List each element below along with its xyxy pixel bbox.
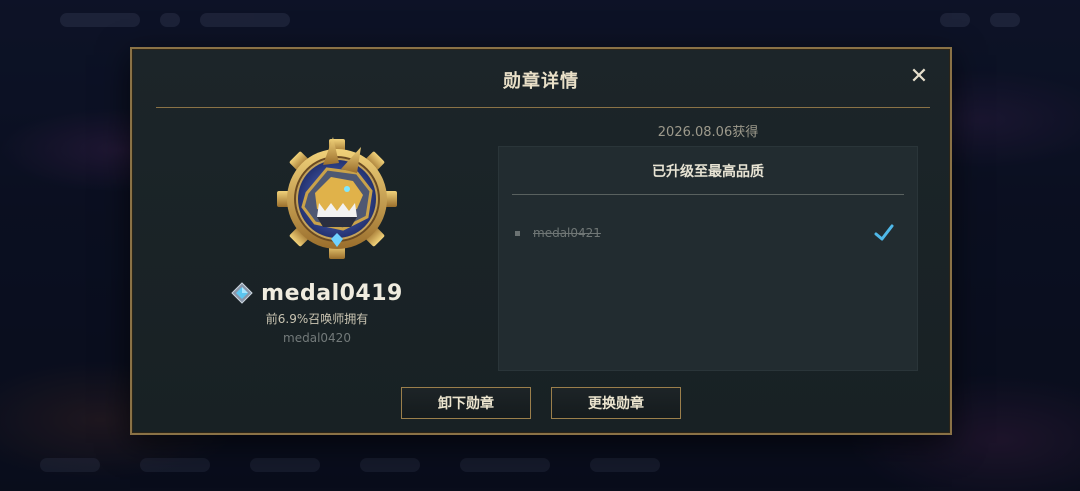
diamond-rank-icon [231,282,253,304]
medal-detail-dialog: 勋章详情 ✕ medal0419 前6.9%召唤师拥有 medal0420 20… [130,47,952,435]
medal-sub-name: medal0420 [283,331,351,345]
panel-divider [512,194,904,195]
change-medal-button[interactable]: 更换勋章 [551,387,681,419]
list-item: medal0421 [515,223,895,243]
upgrade-status-title: 已升级至最高品质 [652,164,764,180]
upgrade-item-label: medal0421 [533,226,601,240]
checkmark-icon [874,224,894,241]
medal-summary: medal0419 前6.9%召唤师拥有 medal0420 [132,109,502,369]
bullet-icon [515,230,520,236]
upgrade-panel: 已升级至最高品质 medal0421 [498,146,918,371]
medal-emblem-icon [277,137,397,259]
close-icon[interactable]: ✕ [908,66,930,88]
dialog-title: 勋章详情 [503,71,579,92]
unequip-medal-button[interactable]: 卸下勋章 [401,387,531,419]
obtained-date: 2026.08.06获得 [657,125,759,140]
medal-name: medal0419 [261,280,403,306]
title-divider [156,107,930,108]
medal-name-row: medal0419 [132,278,502,308]
ownership-rarity-text: 前6.9%召唤师拥有 [265,312,369,326]
